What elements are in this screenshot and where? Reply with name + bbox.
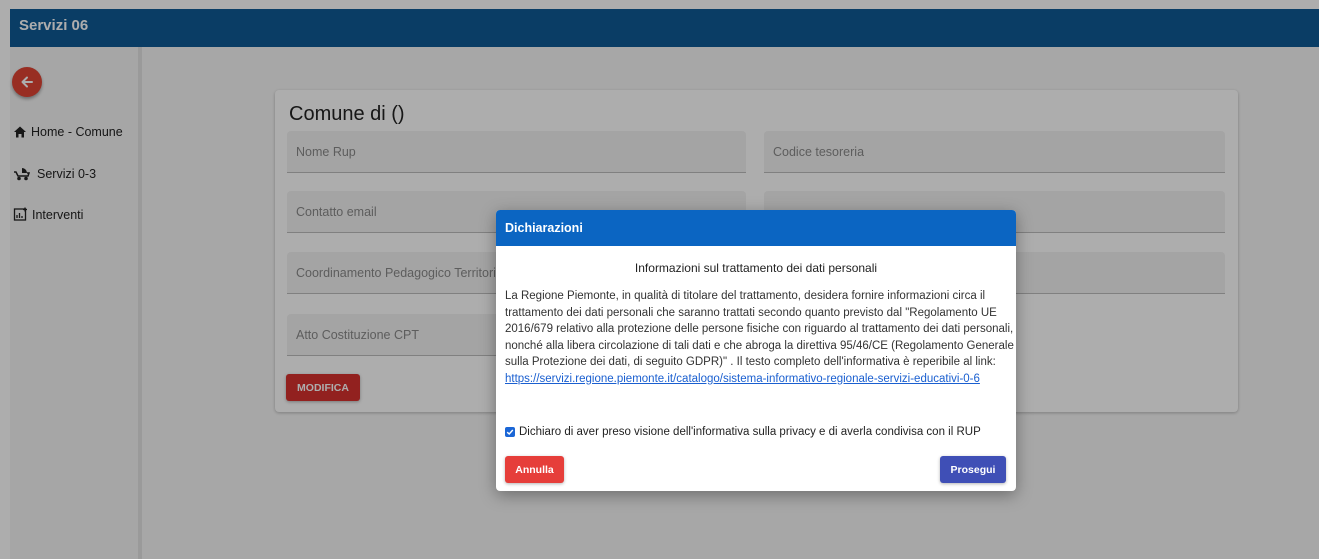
dialog-subtitle: Informazioni sul trattamento dei dati pe… <box>634 261 878 275</box>
privacy-text: La Regione Piemonte, in qualità di titol… <box>505 290 1014 368</box>
check-icon <box>506 429 514 435</box>
dialog-title: Dichiarazioni <box>496 210 1016 246</box>
dialog-body: La Regione Piemonte, in qualità di titol… <box>505 288 1015 387</box>
consent-checkbox[interactable] <box>505 427 515 437</box>
consent-row[interactable]: Dichiaro di aver preso visione dell'info… <box>505 426 981 438</box>
consent-label: Dichiaro di aver preso visione dell'info… <box>519 426 981 438</box>
dichiarazioni-dialog: Dichiarazioni Informazioni sul trattamen… <box>496 210 1016 491</box>
informativa-link[interactable]: https://servizi.regione.piemonte.it/cata… <box>505 373 980 385</box>
prosegui-button[interactable]: Prosegui <box>940 456 1006 483</box>
annulla-button[interactable]: Annulla <box>505 456 564 483</box>
